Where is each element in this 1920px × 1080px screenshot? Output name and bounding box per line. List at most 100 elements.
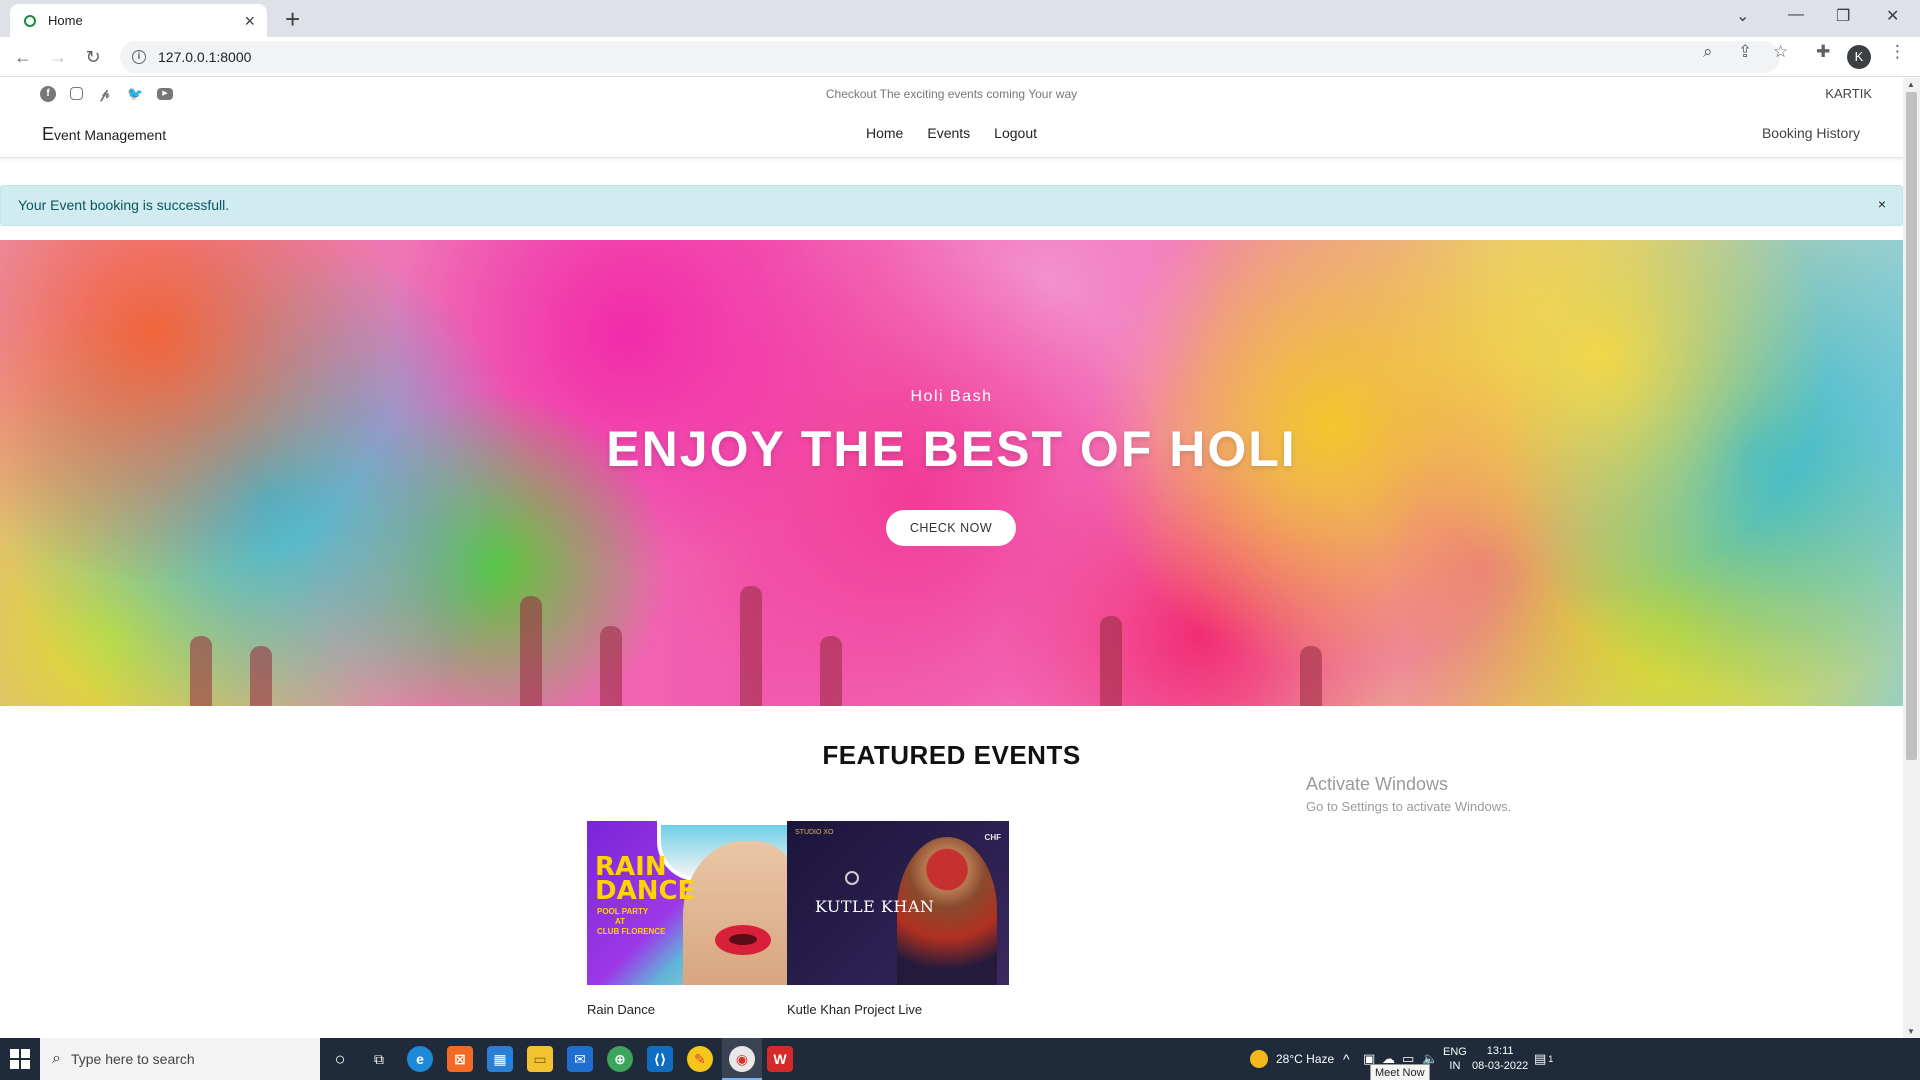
cortana-icon[interactable]: ○	[327, 1046, 353, 1072]
nav-events[interactable]: Events	[927, 125, 970, 141]
tab-title: Home	[48, 13, 83, 28]
alert-message: Your Event booking is successfull.	[18, 197, 230, 213]
weather-widget[interactable]: 28°C Haze	[1250, 1038, 1334, 1080]
file-explorer-icon[interactable]: ▭	[527, 1046, 553, 1072]
zoom-icon[interactable]: ⌕	[1703, 42, 1713, 62]
hero-hand-silhouette	[520, 596, 542, 706]
taskbar-search-box[interactable]: ⌕ Type here to search	[40, 1038, 320, 1080]
browser-tabstrip: Home × + ⌄ — ❐ ✕	[0, 0, 1920, 37]
scroll-up-arrow-icon[interactable]: ▲	[1907, 80, 1915, 89]
edge-browser-icon[interactable]: e	[407, 1046, 433, 1072]
poster-sub-line: AT	[615, 917, 626, 926]
nav-home[interactable]: Home	[866, 125, 903, 141]
main-navbar: Event Management Home Events Logout Book…	[0, 110, 1903, 158]
vscode-icon[interactable]: ⟨⟩	[647, 1046, 673, 1072]
windows-taskbar: ⌕ Type here to search ○ ⧉ e ⊠ ▦ ▭ ✉ ⊕ ⟨⟩…	[0, 1038, 1920, 1080]
bookmark-star-icon[interactable]: ☆	[1773, 42, 1788, 62]
user-name[interactable]: KARTIK	[1825, 86, 1872, 101]
alert-close-button[interactable]: ×	[1878, 196, 1886, 212]
loading-favicon-icon	[24, 14, 36, 27]
poster-emblem-icon	[845, 871, 859, 885]
action-center-icon[interactable]: ▤ 1	[1534, 1038, 1553, 1080]
hero-hand-silhouette	[1100, 616, 1122, 706]
back-icon[interactable]: ←	[11, 45, 35, 69]
clock-time: 13:11	[1486, 1045, 1514, 1057]
hero-title: ENJOY THE BEST OF HOLI	[606, 421, 1297, 477]
hero-banner: Holi Bash ENJOY THE BEST OF HOLI CHECK N…	[0, 240, 1903, 706]
event-card-rain-dance[interactable]: RAIN DANCE POOL PARTY AT CLUB FLORENCE R…	[587, 821, 809, 1017]
browser-tab-home[interactable]: Home ×	[10, 4, 267, 37]
page-scrollbar[interactable]: ▲ ▼	[1903, 78, 1920, 1038]
url-text: 127.0.0.1:8000	[158, 49, 252, 65]
page-viewport: f 𝓅 🐦 ▶ Checkout The exciting events com…	[0, 78, 1903, 1038]
booking-history-link[interactable]: Booking History	[1762, 125, 1860, 141]
close-tab-icon[interactable]: ×	[244, 12, 255, 30]
check-now-button[interactable]: CHECK NOW	[886, 510, 1016, 546]
hero-hand-silhouette	[190, 636, 212, 706]
scroll-down-arrow-icon[interactable]: ▼	[1907, 1027, 1915, 1036]
extensions-icon[interactable]: ✚	[1816, 42, 1830, 62]
poster-brand: STUDIO XO	[795, 829, 834, 836]
windows-start-icon[interactable]	[10, 1049, 30, 1069]
forward-icon[interactable]: →	[46, 45, 70, 69]
event-poster-kutle-khan[interactable]: STUDIO XO CHF KUTLE KHAN	[787, 821, 1009, 985]
top-bar: f 𝓅 🐦 ▶ Checkout The exciting events com…	[0, 78, 1903, 110]
language-indicator[interactable]: ENG IN	[1443, 1038, 1467, 1080]
activate-windows-watermark: Activate Windows Go to Settings to activ…	[1306, 774, 1511, 814]
tagline: Checkout The exciting events coming Your…	[825, 87, 1078, 101]
notification-count: 1	[1548, 1054, 1554, 1064]
close-window-button[interactable]: ✕	[1886, 6, 1899, 26]
network-app-icon[interactable]: ⊕	[607, 1046, 633, 1072]
clock-date: 08-03-2022	[1472, 1060, 1529, 1072]
profile-avatar[interactable]: K	[1847, 45, 1871, 69]
lips-graphic	[715, 925, 771, 955]
mail-icon[interactable]: ✉	[567, 1046, 593, 1072]
restore-button[interactable]: ❐	[1836, 6, 1850, 26]
hero-hand-silhouette	[250, 646, 272, 706]
featured-heading: FEATURED EVENTS	[822, 740, 1081, 770]
poster-tag: CHF	[984, 833, 1001, 842]
hero-hand-silhouette	[820, 636, 842, 706]
event-name[interactable]: Kutle Khan Project Live	[787, 1002, 1009, 1017]
hero-hand-silhouette	[740, 586, 762, 706]
taskbar-search-placeholder: Type here to search	[70, 1051, 195, 1067]
language-code: ENG	[1443, 1046, 1467, 1058]
hero-hand-silhouette	[1300, 646, 1322, 706]
sticky-app-icon[interactable]: ✎	[687, 1046, 713, 1072]
chrome-icon[interactable]: ◉	[729, 1046, 755, 1072]
microsoft-store-icon[interactable]: ▦	[487, 1046, 513, 1072]
face-graphic	[683, 841, 803, 985]
success-alert: Your Event booking is successfull. ×	[0, 185, 1903, 226]
watermark-line-1: Activate Windows	[1306, 774, 1449, 794]
region-code: IN	[1449, 1060, 1461, 1072]
wps-office-icon[interactable]: W	[767, 1046, 793, 1072]
scrollbar-thumb[interactable]	[1906, 92, 1917, 760]
event-card-kutle-khan[interactable]: STUDIO XO CHF KUTLE KHAN Kutle Khan Proj…	[787, 821, 1009, 1017]
nav-links: Home Events Logout	[0, 125, 1903, 141]
hero-subtitle: Holi Bash	[910, 388, 993, 405]
poster-title: RAIN DANCE	[595, 852, 696, 906]
search-icon: ⌕	[52, 1050, 61, 1067]
clock[interactable]: 13:11 08-03-2022	[1472, 1038, 1528, 1080]
weather-sun-icon	[1250, 1050, 1268, 1068]
site-info-icon[interactable]: i	[132, 50, 146, 64]
show-hidden-icons-chevron-icon[interactable]: ^	[1343, 1038, 1350, 1080]
new-tab-button[interactable]: +	[285, 6, 300, 32]
poster-sub-line: CLUB FLORENCE	[597, 927, 666, 936]
event-name[interactable]: Rain Dance	[587, 1002, 809, 1017]
minimize-button[interactable]: —	[1788, 6, 1804, 24]
address-bar[interactable]: i 127.0.0.1:8000	[120, 41, 1780, 73]
tab-search-chevron-icon[interactable]: ⌄	[1736, 6, 1749, 26]
nav-logout[interactable]: Logout	[994, 125, 1037, 141]
menu-dots-icon[interactable]: ⋮	[1889, 42, 1906, 62]
meet-now-tooltip: Meet Now	[1370, 1064, 1430, 1080]
share-icon[interactable]: ⇪	[1738, 42, 1752, 62]
reload-icon[interactable]: ↻	[81, 45, 105, 69]
task-view-icon[interactable]: ⧉	[366, 1046, 392, 1072]
notification-icon: ▤	[1534, 1051, 1547, 1066]
weather-text: 28°C Haze	[1276, 1052, 1335, 1066]
event-poster-rain-dance[interactable]: RAIN DANCE POOL PARTY AT CLUB FLORENCE	[587, 821, 809, 985]
browser-toolbar: ← → ↻ i 127.0.0.1:8000 ⌕ ⇪ ☆ ✚ K ⋮	[0, 37, 1920, 77]
hero-hand-silhouette	[600, 626, 622, 706]
xampp-icon[interactable]: ⊠	[447, 1046, 473, 1072]
